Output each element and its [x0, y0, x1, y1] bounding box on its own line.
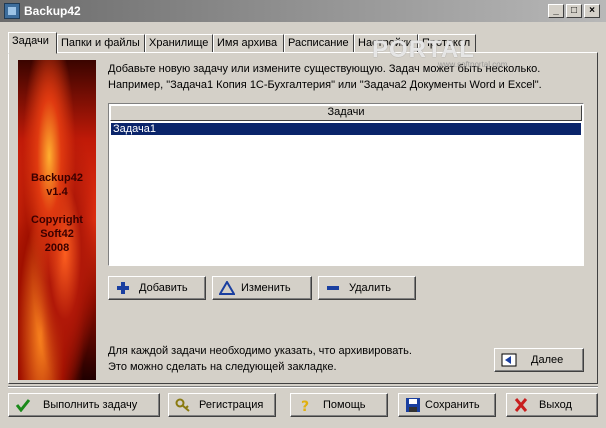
splash-company: Soft42 [40, 228, 74, 240]
hint-line-2: Это можно сделать на следующей закладке. [108, 361, 337, 373]
splash-image: Backup42 v1.4 Copyright Soft42 2008 [18, 60, 96, 380]
save-button[interactable]: Сохранить [398, 393, 496, 417]
register-button[interactable]: Регистрация [168, 393, 276, 417]
save-label: Сохранить [425, 399, 480, 411]
maximize-button[interactable]: □ [566, 4, 582, 18]
delete-button-label: Удалить [349, 282, 391, 294]
separator [8, 386, 598, 388]
delete-button[interactable]: Удалить [318, 276, 416, 300]
list-item[interactable]: Задача1 [111, 123, 581, 135]
tab-tasks[interactable]: Задачи [8, 32, 57, 54]
splash-version: v1.4 [46, 186, 68, 198]
help-label: Помощь [323, 399, 366, 411]
run-task-label: Выполнить задачу [43, 399, 138, 411]
task-list-header[interactable]: Задачи [110, 105, 582, 121]
edit-button[interactable]: Изменить [212, 276, 312, 300]
tab-archive-name[interactable]: Имя архива [213, 34, 284, 53]
tab-storage[interactable]: Хранилище [145, 34, 213, 53]
title-bar: Backup42 _ □ × [0, 0, 606, 22]
add-button[interactable]: Добавить [108, 276, 206, 300]
triangle-icon [219, 281, 235, 295]
key-icon [175, 398, 190, 412]
question-icon: ? [301, 399, 309, 412]
splash-year: 2008 [44, 242, 70, 254]
tab-schedule[interactable]: Расписание [284, 34, 354, 53]
register-label: Регистрация [199, 399, 264, 411]
minimize-button[interactable]: _ [548, 4, 564, 18]
floppy-icon [406, 398, 420, 412]
next-button-label: Далее [531, 354, 564, 366]
task-list[interactable]: Задачи Задача1 [108, 103, 584, 266]
plus-icon [117, 282, 129, 294]
hint-line-1: Для каждой задачи необходимо указать, чт… [108, 345, 412, 357]
run-task-button[interactable]: Выполнить задачу [8, 393, 160, 417]
next-icon [501, 353, 517, 367]
window-title: Backup42 [24, 4, 81, 18]
splash-copyright: Copyright [31, 214, 83, 226]
help-button[interactable]: ? Помощь [290, 393, 388, 417]
add-button-label: Добавить [139, 282, 188, 294]
edit-button-label: Изменить [241, 282, 291, 294]
watermark-url: www.softportal.com [438, 60, 508, 69]
checkmark-icon [15, 399, 31, 412]
app-icon [4, 3, 20, 19]
x-icon [514, 398, 528, 412]
exit-label: Выход [539, 399, 572, 411]
tab-folders-files[interactable]: Папки и файлы [57, 34, 145, 53]
next-button[interactable]: Далее [494, 348, 584, 372]
minus-icon [327, 286, 339, 290]
info-line-2: Например, "Задача1 Копия 1С-Бухгалтерия"… [108, 79, 542, 91]
exit-button[interactable]: Выход [506, 393, 598, 417]
splash-app-name: Backup42 [31, 172, 83, 184]
svg-text:?: ? [301, 399, 309, 412]
close-button[interactable]: × [584, 4, 600, 18]
